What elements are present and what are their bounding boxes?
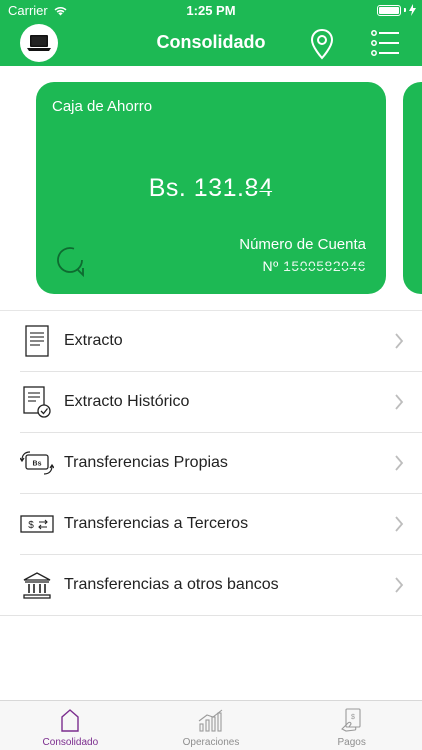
account-balance: Bs. 131.84: [36, 174, 386, 203]
chevron-right-icon: [395, 455, 404, 471]
menu-label: Transferencias a otros bancos: [64, 576, 279, 593]
account-number: Nº 1500582046: [263, 258, 367, 274]
app-screen: Carrier 1:25 PM Consolidado Caja de Ahor…: [0, 0, 422, 750]
refresh-icon[interactable]: [52, 242, 88, 278]
chevron-right-icon: [395, 333, 404, 349]
status-bar: Carrier 1:25 PM: [0, 0, 422, 22]
account-carousel[interactable]: Caja de Ahorro Bs. 131.84 Número de Cuen…: [0, 66, 422, 310]
third-party-transfer-icon: $: [20, 507, 54, 541]
menu-label: Extracto: [64, 332, 123, 349]
document-icon: [20, 324, 54, 358]
menu-list-icon[interactable]: [370, 29, 400, 57]
svg-text:$: $: [351, 714, 355, 721]
navigation-bar: Consolidado: [0, 22, 422, 66]
chevron-right-icon: [395, 516, 404, 532]
tab-pagos[interactable]: $ Pagos: [281, 701, 422, 750]
location-pin-icon[interactable]: [308, 28, 336, 60]
chevron-right-icon: [395, 394, 404, 410]
chart-icon: [198, 709, 223, 732]
menu-item-extracto[interactable]: Extracto: [20, 311, 422, 372]
menu-label: Extracto Histórico: [64, 393, 190, 410]
document-history-icon: [20, 385, 54, 419]
header: Carrier 1:25 PM Consolidado: [0, 0, 422, 66]
status-time: 1:25 PM: [186, 3, 236, 18]
account-card[interactable]: Caja de Ahorro Bs. 131.84 Número de Cuen…: [36, 82, 386, 294]
tab-operaciones[interactable]: Operaciones: [141, 701, 282, 750]
balance-amount: 131.84: [191, 174, 276, 202]
tab-consolidado[interactable]: Consolidado: [0, 701, 141, 750]
tab-label: Pagos: [337, 737, 366, 748]
menu-label: Transferencias Propias: [64, 454, 228, 471]
svg-text:Bs: Bs: [33, 461, 42, 468]
battery-indicator: [377, 4, 416, 16]
menu-item-transferencias-terceros[interactable]: $ Transferencias a Terceros: [20, 494, 422, 555]
page-title: Consolidado: [156, 32, 266, 52]
chevron-right-icon: [395, 577, 404, 593]
next-account-card[interactable]: [403, 82, 422, 294]
menu-item-extracto-historico[interactable]: Extracto Histórico: [20, 372, 422, 433]
account-number-label: Número de Cuenta: [239, 236, 366, 253]
menu-item-transferencias-otros-bancos[interactable]: Transferencias a otros bancos: [0, 555, 422, 616]
menu-label: Transferencias a Terceros: [64, 515, 249, 532]
account-number-prefix: Nº: [262, 258, 279, 274]
tab-label: Consolidado: [42, 737, 99, 748]
account-type: Caja de Ahorro: [52, 98, 153, 115]
svg-text:$: $: [28, 520, 34, 531]
own-transfer-icon: Bs: [20, 446, 54, 480]
home-icon: [61, 709, 80, 732]
tab-bar: Consolidado Operaciones $ Pagos: [0, 700, 422, 750]
account-number-value: 1500582046: [283, 258, 366, 274]
menu-item-transferencias-propias[interactable]: Bs Transferencias Propias: [20, 433, 422, 494]
charging-icon: [409, 4, 416, 16]
bank-icon: [20, 568, 54, 602]
balance-currency: Bs.: [148, 174, 187, 202]
battery-icon: [377, 4, 401, 16]
operations-menu: Extracto Extracto Histórico Bs Transfere…: [0, 310, 422, 616]
tab-label: Operaciones: [182, 737, 240, 748]
payment-icon: $: [340, 708, 361, 732]
